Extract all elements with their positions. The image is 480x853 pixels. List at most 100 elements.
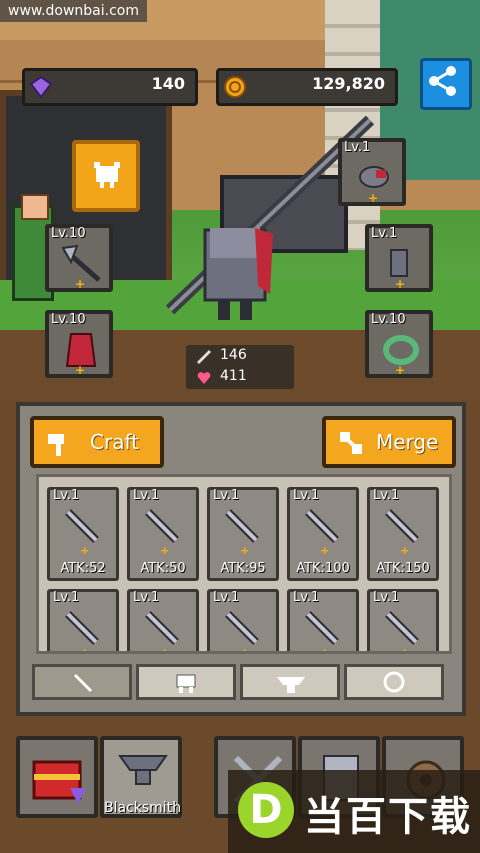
sword-icon: [65, 611, 99, 645]
sword-icon: [73, 673, 93, 693]
item-cell[interactable]: Lv.1 + ATK:100: [287, 487, 359, 581]
treasure-chest-icon: [32, 760, 86, 804]
nav-label: Blacksmith: [104, 800, 182, 816]
anvil-icon: [277, 677, 305, 693]
coins-bar[interactable]: 129,820: [216, 68, 398, 106]
upgrade-icon: +: [75, 277, 86, 291]
pet-icon: [176, 674, 196, 693]
item-grid: Lv.1 + ATK:52 Lv.1 + ATK:50 Lv.1 + ATK:95 Lv.1 + AT…: [36, 474, 452, 654]
saw-sword-icon: [145, 611, 179, 645]
trident-icon: [385, 611, 419, 645]
nav-blacksmith[interactable]: Blacksmith: [100, 736, 182, 818]
sword-icon: [385, 509, 419, 543]
merge-icon: [340, 432, 362, 454]
share-button[interactable]: [420, 58, 472, 110]
slot-level: Lv.10: [51, 226, 86, 241]
item-cell[interactable]: Lv.1 + ATK:95: [207, 487, 279, 581]
upgrade-icon: +: [395, 363, 406, 377]
item-cell[interactable]: Lv.1 + ATK:52: [47, 487, 119, 581]
blacksmith-panel: Craft Merge Lv.1 + ATK:52 Lv.1 + ATK:50 Lv.1 + A…: [16, 402, 466, 716]
pet-button[interactable]: [72, 140, 140, 212]
pet-icon: [94, 162, 120, 188]
hero-leg: [240, 300, 252, 320]
slot-level: Lv.10: [51, 312, 86, 327]
item-level: Lv.1: [293, 590, 320, 605]
item-cell[interactable]: Lv.1 +: [47, 589, 119, 654]
hero-helmet: [210, 228, 260, 258]
attack-value: 146: [220, 347, 247, 363]
upgrade-icon: +: [80, 544, 90, 557]
nav-chest[interactable]: [16, 736, 98, 818]
item-tabs: [32, 664, 452, 702]
merge-button[interactable]: Merge: [322, 416, 456, 468]
tab-weapons[interactable]: [32, 664, 132, 700]
upgrade-icon: +: [320, 646, 330, 654]
item-level: Lv.1: [293, 488, 320, 503]
coins-value: 129,820: [312, 74, 385, 93]
equip-slot-weapon[interactable]: Lv.10 +: [45, 224, 113, 292]
item-level: Lv.1: [213, 590, 240, 605]
purple-gem-icon: [29, 75, 53, 99]
sword-icon: [145, 509, 179, 543]
sword-icon: [196, 349, 212, 365]
slot-level: Lv.10: [371, 312, 406, 327]
item-cell[interactable]: Lv.1 +: [287, 589, 359, 654]
hero-leg: [218, 300, 230, 320]
logo-mark: D: [238, 782, 294, 838]
sword-icon: [225, 509, 259, 543]
item-attack: ATK:95: [220, 561, 266, 576]
craft-button[interactable]: Craft: [30, 416, 164, 468]
upgrade-icon: +: [368, 191, 379, 205]
spear-icon: [305, 611, 339, 645]
upgrade-icon: +: [240, 646, 250, 654]
item-cell[interactable]: Lv.1 +: [367, 589, 439, 654]
upgrade-icon: +: [395, 277, 406, 291]
sword-icon: [65, 509, 99, 543]
item-cell[interactable]: Lv.1 +: [207, 589, 279, 654]
item-cell[interactable]: Lv.1 + ATK:50: [127, 487, 199, 581]
tab-pets[interactable]: [136, 664, 236, 700]
sword-icon: [305, 509, 339, 543]
item-attack: ATK:150: [376, 561, 430, 576]
item-level: Lv.1: [373, 488, 400, 503]
tab-anvil[interactable]: [240, 664, 340, 700]
hammer-icon: [48, 434, 64, 456]
equip-slot-armor[interactable]: Lv.10 +: [45, 310, 113, 378]
slot-level: Lv.1: [344, 140, 371, 155]
hero-stats: 146 411: [186, 345, 294, 389]
slot-level: Lv.1: [371, 226, 398, 241]
logo-text: 当百下载: [304, 794, 472, 840]
item-cell[interactable]: Lv.1 +: [127, 589, 199, 654]
gems-bar[interactable]: 140: [22, 68, 198, 106]
equip-slot-helmet[interactable]: Lv.1 +: [338, 138, 406, 206]
ring-icon: [383, 671, 405, 693]
item-cell[interactable]: Lv.1 + ATK:150: [367, 487, 439, 581]
equip-slot-glove[interactable]: Lv.1 +: [365, 224, 433, 292]
craft-label: Craft: [90, 430, 139, 454]
upgrade-icon: +: [80, 646, 90, 654]
upgrade-icon: +: [400, 544, 410, 557]
upgrade-icon: +: [400, 646, 410, 654]
item-level: Lv.1: [53, 590, 80, 605]
item-level: Lv.1: [373, 590, 400, 605]
upgrade-icon: +: [240, 544, 250, 557]
tab-accessories[interactable]: [344, 664, 444, 700]
watermark: www.downbai.com: [0, 0, 147, 22]
upgrade-icon: +: [160, 544, 170, 557]
item-level: Lv.1: [53, 488, 80, 503]
item-level: Lv.1: [133, 590, 160, 605]
item-level: Lv.1: [133, 488, 160, 503]
sword-icon: [225, 611, 259, 645]
heart-icon: [197, 372, 211, 384]
equip-slot-ring[interactable]: Lv.10 +: [365, 310, 433, 378]
upgrade-icon: +: [320, 544, 330, 557]
upgrade-icon: +: [160, 646, 170, 654]
anvil-icon: [118, 755, 168, 785]
upgrade-icon: +: [75, 363, 86, 377]
item-attack: ATK:50: [140, 561, 186, 576]
gold-coin-icon: [224, 76, 246, 98]
npc-head: [21, 194, 49, 220]
helmet-icon: [359, 166, 389, 188]
item-attack: ATK:100: [296, 561, 350, 576]
site-logo: D 当百下载: [228, 770, 480, 853]
